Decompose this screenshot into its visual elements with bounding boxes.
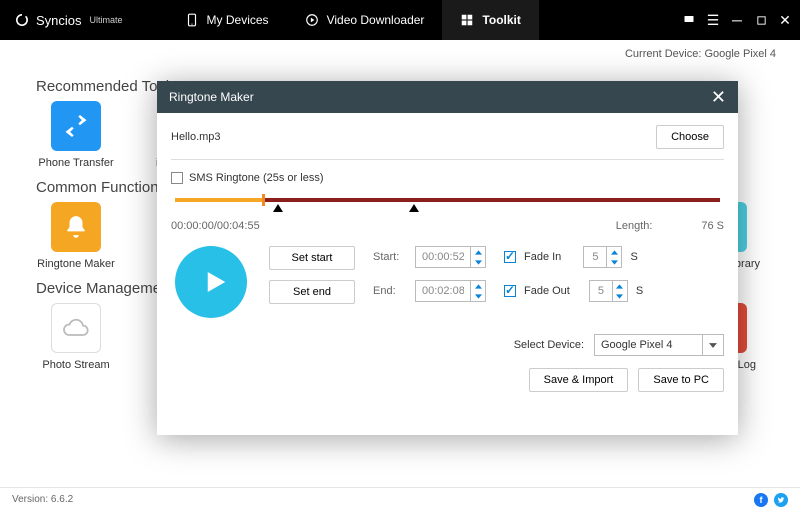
menu-icon[interactable]: ☰ [706,13,720,27]
start-label: Start: [373,251,407,263]
ringtone-maker-dialog: Ringtone Maker ✕ Hello.mp3 Choose SMS Ri… [157,81,738,435]
start-row: Start: [373,246,486,268]
spin-down-icon[interactable] [471,291,485,301]
fade-in-checkbox[interactable] [504,251,516,263]
slider-played [175,198,262,202]
sms-label: SMS Ringtone (25s or less) [189,172,324,184]
brand-edition: Ultimate [90,15,123,25]
length-label: Length: [616,220,653,232]
brand: Syncios Ultimate [0,12,137,28]
save-import-button[interactable]: Save & Import [529,368,629,392]
tile-ringtone-maker[interactable]: Ringtone Maker [36,202,116,270]
seconds-unit: S [636,285,643,297]
minimize-icon[interactable]: ─ [730,13,744,27]
close-icon[interactable]: ✕ [778,13,792,27]
nav-label: Toolkit [482,13,520,27]
play-circle-icon [305,13,319,27]
file-name: Hello.mp3 [171,131,221,143]
seconds-unit: S [630,251,637,263]
spin-down-icon[interactable] [613,291,627,301]
fade-out-field[interactable] [590,281,612,301]
start-marker-icon[interactable] [273,204,283,212]
fade-in-row: Fade In S [504,246,643,268]
device-row: Select Device: Google Pixel 4 [171,334,724,356]
main-nav: My Devices Video Downloader Toolkit [167,0,539,40]
nav-label: Video Downloader [327,13,425,27]
spin-down-icon[interactable] [471,257,485,267]
action-row: Save & Import Save to PC [171,368,724,392]
fade-in-field[interactable] [584,247,606,267]
tile-phone-transfer[interactable]: Phone Transfer [36,101,116,169]
play-button[interactable] [175,246,247,318]
footer-social: f [754,493,788,507]
start-field[interactable] [416,247,470,267]
nav-video-downloader[interactable]: Video Downloader [287,0,443,40]
footer: Version: 6.6.2 f [0,487,800,511]
end-field[interactable] [416,281,470,301]
trim-slider[interactable] [175,194,720,214]
end-input[interactable] [415,280,486,302]
set-end-button[interactable]: Set end [269,280,355,304]
title-bar: Syncios Ultimate My Devices Video Downlo… [0,0,800,40]
file-row: Hello.mp3 Choose [171,125,724,160]
select-device-label: Select Device: [514,339,584,351]
current-device: Current Device: Google Pixel 4 [0,40,800,64]
fade-out-label: Fade Out [524,285,570,297]
version-value: 6.6.2 [51,494,73,505]
version-label: Version: [12,494,48,505]
phone-icon [185,13,199,27]
dialog-title: Ringtone Maker [169,90,254,104]
feedback-icon[interactable] [682,13,696,27]
end-row: End: [373,280,486,302]
save-pc-button[interactable]: Save to PC [638,368,724,392]
fade-out-checkbox[interactable] [504,285,516,297]
brand-name: Syncios [36,13,82,28]
spin-up-icon[interactable] [471,247,485,257]
nav-toolkit[interactable]: Toolkit [442,0,538,40]
slider-selection [262,198,720,202]
slider-playhead[interactable] [262,194,265,206]
device-select[interactable]: Google Pixel 4 [594,334,724,356]
spin-up-icon[interactable] [613,281,627,291]
end-marker-icon[interactable] [409,204,419,212]
play-icon [199,267,229,297]
cloud-icon [51,303,101,353]
time-row: 00:00:00/00:04:55 Length: 76 S [171,220,724,232]
maximize-icon[interactable] [754,13,768,27]
spin-up-icon[interactable] [607,247,621,257]
window-controls: ☰ ─ ✕ [682,0,792,40]
playback-position: 00:00:00/00:04:55 [171,220,260,232]
nav-label: My Devices [207,13,269,27]
spin-down-icon[interactable] [607,257,621,267]
close-icon[interactable]: ✕ [711,88,726,106]
sms-ringtone-row: SMS Ringtone (25s or less) [171,172,724,184]
choose-button[interactable]: Choose [656,125,724,149]
chevron-down-icon [702,335,717,355]
dialog-body: Hello.mp3 Choose SMS Ringtone (25s or le… [157,113,738,435]
nav-my-devices[interactable]: My Devices [167,0,287,40]
dialog-header[interactable]: Ringtone Maker ✕ [157,81,738,113]
spin-up-icon[interactable] [471,281,485,291]
tile-photo-stream[interactable]: Photo Stream [36,303,116,371]
facebook-icon[interactable]: f [754,493,768,507]
fade-in-seconds[interactable] [583,246,622,268]
sms-checkbox[interactable] [171,172,183,184]
twitter-icon[interactable] [774,493,788,507]
set-start-button[interactable]: Set start [269,246,355,270]
controls-row: Set start Set end Start: End: [171,246,724,318]
fade-out-seconds[interactable] [589,280,628,302]
transfer-icon [51,101,101,151]
start-input[interactable] [415,246,486,268]
app-logo-icon [14,12,30,28]
end-label: End: [373,285,407,297]
bell-icon [51,202,101,252]
length-value: 76 S [701,220,724,232]
device-select-value: Google Pixel 4 [601,339,673,351]
fade-out-row: Fade Out S [504,280,643,302]
grid-icon [460,13,474,27]
fade-in-label: Fade In [524,251,561,263]
